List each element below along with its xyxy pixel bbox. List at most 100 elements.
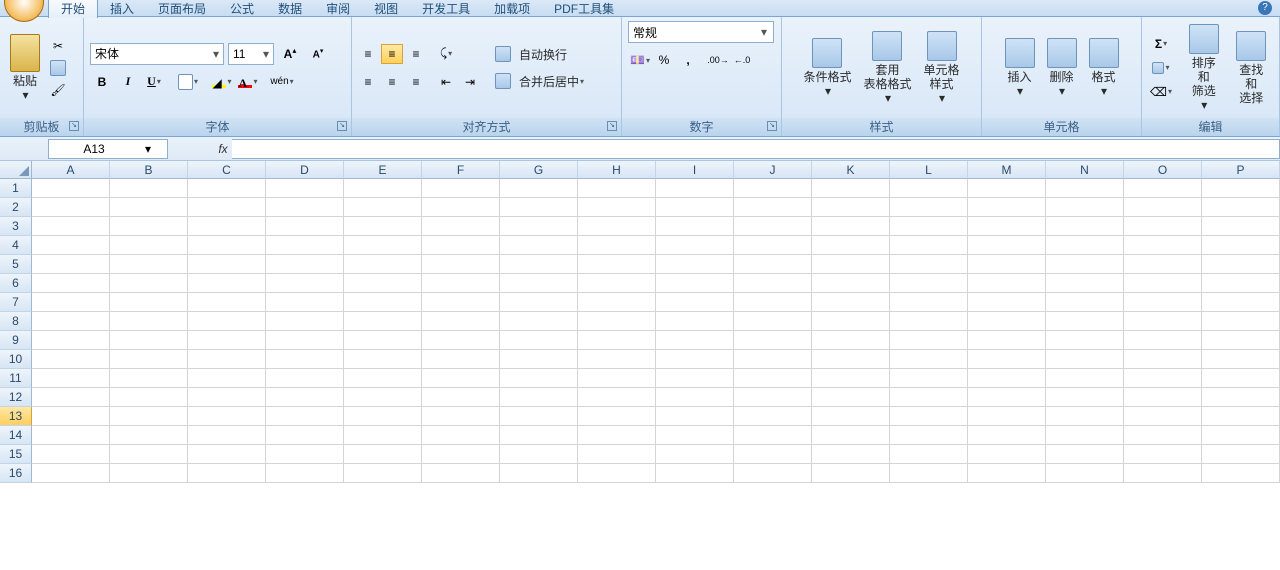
font-size-combo[interactable]: ▾ [228,43,274,65]
cell[interactable] [1124,464,1202,483]
cell[interactable] [1124,407,1202,426]
cell[interactable] [734,407,812,426]
cell[interactable] [812,407,890,426]
dialog-launcher-icon[interactable]: ↘ [69,121,79,131]
cell[interactable] [344,274,422,293]
cell[interactable] [812,255,890,274]
paste-button[interactable]: 粘贴 ▾ [4,32,46,104]
cell[interactable] [812,464,890,483]
cell[interactable] [110,388,188,407]
cell[interactable] [1046,179,1124,198]
phonetic-button[interactable]: wén▾ [271,72,293,92]
cell[interactable] [578,198,656,217]
cell[interactable] [812,312,890,331]
cell[interactable] [1046,217,1124,236]
increase-decimal-button[interactable]: .00→ [707,50,729,70]
cell[interactable] [344,255,422,274]
sort-filter-button[interactable]: 排序和 筛选 ▾ [1180,22,1228,114]
cell[interactable] [656,198,734,217]
cell[interactable] [500,236,578,255]
cell[interactable] [578,464,656,483]
cell[interactable] [1202,236,1280,255]
dialog-launcher-icon[interactable]: ↘ [767,121,777,131]
cell[interactable] [1046,331,1124,350]
column-header[interactable]: I [656,161,734,179]
tab-developer[interactable]: 开发工具 [410,0,482,18]
cell[interactable] [422,293,500,312]
row-header[interactable]: 8 [0,312,32,331]
chevron-down-icon[interactable]: ▾ [259,47,273,61]
cell[interactable] [656,312,734,331]
cell[interactable] [344,350,422,369]
cell[interactable] [500,217,578,236]
column-header[interactable]: A [32,161,110,179]
cell[interactable] [968,198,1046,217]
cell[interactable] [734,388,812,407]
cell[interactable] [656,426,734,445]
cell[interactable] [1046,464,1124,483]
cell[interactable] [656,331,734,350]
cell[interactable] [110,464,188,483]
cell[interactable] [32,464,110,483]
cell[interactable] [812,445,890,464]
cell[interactable] [890,198,968,217]
cell[interactable] [1202,464,1280,483]
cell[interactable] [656,388,734,407]
cell[interactable] [812,350,890,369]
cell[interactable] [578,179,656,198]
column-header[interactable]: L [890,161,968,179]
cell[interactable] [1202,445,1280,464]
format-cells-button[interactable]: 格式 ▾ [1083,36,1125,100]
cell[interactable] [734,255,812,274]
cell[interactable] [1202,350,1280,369]
cell[interactable] [890,388,968,407]
cell[interactable] [578,331,656,350]
chevron-down-icon[interactable]: ▾ [757,25,771,39]
chevron-down-icon[interactable]: ▾ [209,47,223,61]
insert-cells-button[interactable]: 插入 ▾ [999,36,1041,100]
font-name-input[interactable] [91,47,209,61]
cell[interactable] [266,426,344,445]
cell[interactable] [266,388,344,407]
cell[interactable] [266,464,344,483]
align-left-button[interactable]: ≡ [357,72,379,92]
cell[interactable] [968,236,1046,255]
cell[interactable] [1046,293,1124,312]
cell[interactable] [500,426,578,445]
wrap-text-button[interactable]: 自动换行 [488,43,591,66]
column-header[interactable]: G [500,161,578,179]
cell[interactable] [110,217,188,236]
cell[interactable] [500,274,578,293]
align-middle-button[interactable]: ≡ [381,44,403,64]
merge-center-button[interactable]: 合并后居中▾ [488,70,591,93]
cell[interactable] [32,350,110,369]
cell[interactable] [734,464,812,483]
cell[interactable] [968,312,1046,331]
tab-data[interactable]: 数据 [266,0,314,18]
cell[interactable] [422,274,500,293]
cell[interactable] [188,255,266,274]
cell[interactable] [422,407,500,426]
row-header[interactable]: 13 [0,407,32,426]
chevron-down-icon[interactable]: ▾ [139,142,157,156]
format-as-table-button[interactable]: 套用 表格格式 ▾ [857,29,917,107]
cell[interactable] [968,445,1046,464]
fill-button[interactable]: ▾ [1147,58,1175,78]
column-header[interactable]: N [1046,161,1124,179]
cell[interactable] [500,464,578,483]
cell[interactable] [1124,217,1202,236]
help-icon[interactable]: ? [1258,1,1272,15]
cell[interactable] [110,293,188,312]
cell[interactable] [734,198,812,217]
cell[interactable] [188,464,266,483]
cell[interactable] [110,369,188,388]
tab-addins[interactable]: 加载项 [482,0,542,18]
cell[interactable] [500,198,578,217]
cell[interactable] [1202,179,1280,198]
cell[interactable] [188,407,266,426]
column-header[interactable]: J [734,161,812,179]
cell[interactable] [890,293,968,312]
cell[interactable] [32,369,110,388]
cell[interactable] [890,179,968,198]
cell[interactable] [890,236,968,255]
